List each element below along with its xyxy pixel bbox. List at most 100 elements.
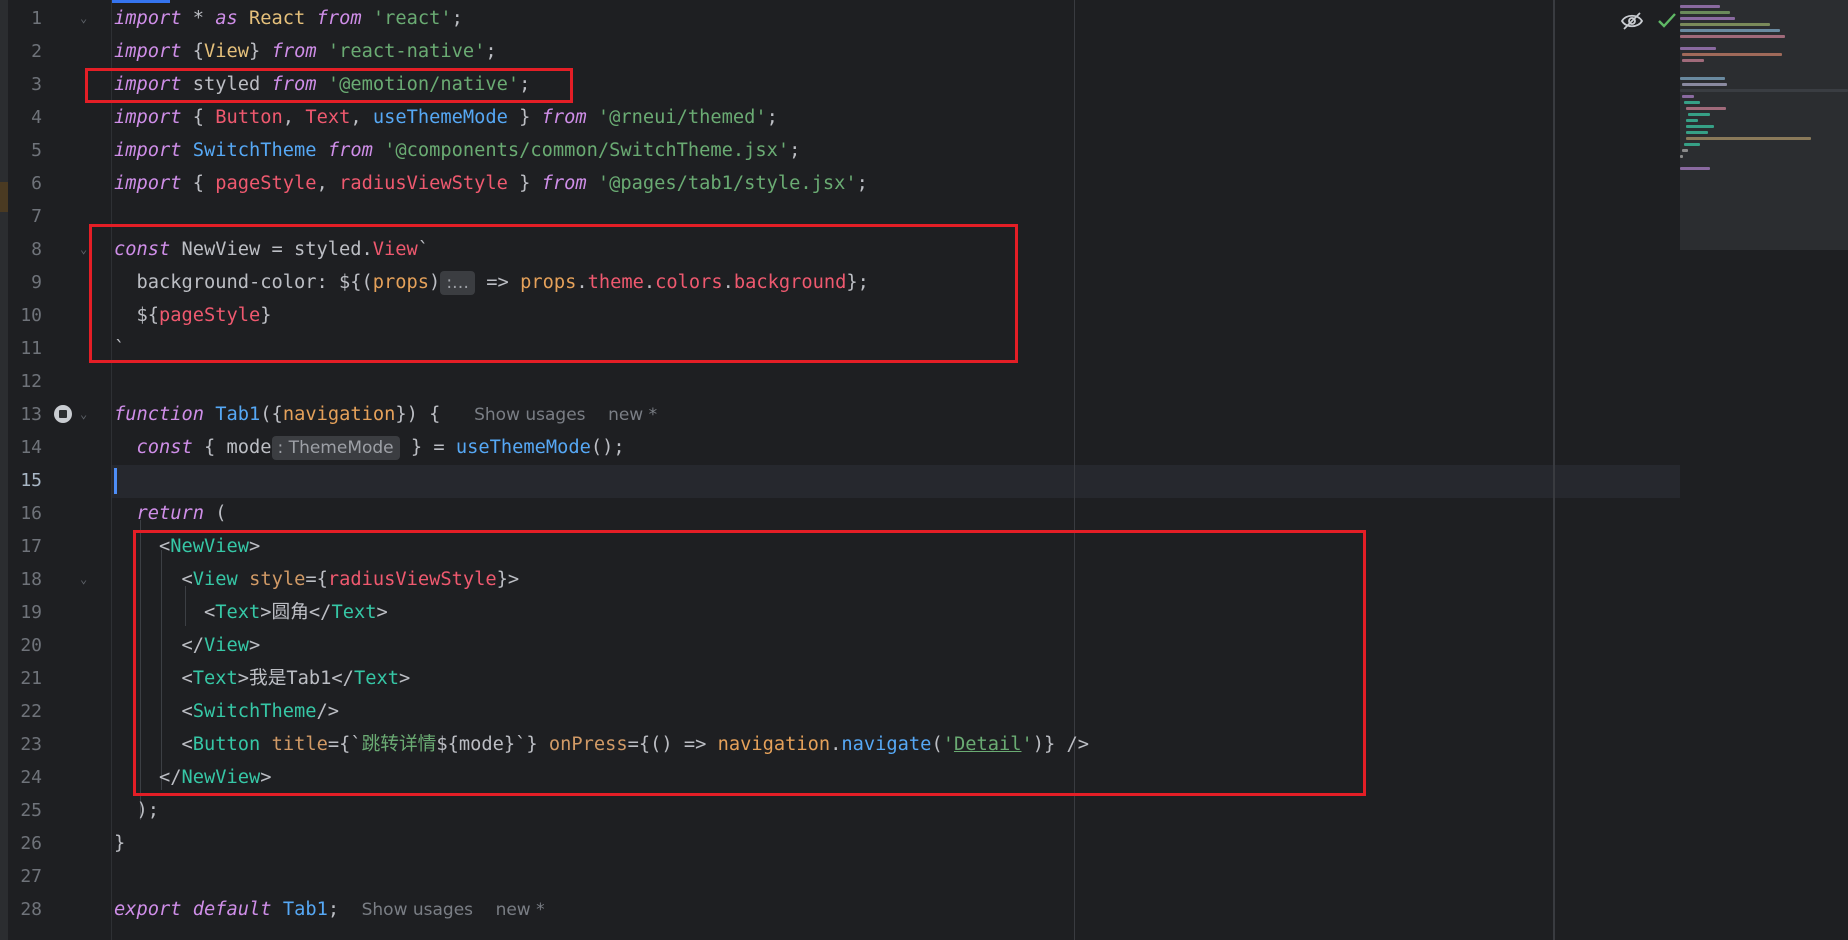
show-usages-link[interactable]: Show usages (474, 405, 585, 425)
token: ; (451, 8, 463, 29)
token: '@components/common/SwitchTheme.jsx' (384, 140, 790, 161)
minimap-line (1680, 77, 1725, 80)
minimap-line (1680, 17, 1735, 20)
checkmark-icon[interactable] (1656, 10, 1678, 30)
run-gutter-icon[interactable] (54, 405, 72, 423)
line-number: 9 (31, 272, 42, 293)
line-number: 16 (20, 503, 42, 524)
code-line-5[interactable]: import SwitchTheme from '@components/com… (114, 134, 800, 167)
minimap-line (1682, 53, 1782, 56)
token: from (316, 8, 362, 29)
right-margin-guide (1553, 0, 1555, 940)
line-number: 22 (20, 701, 42, 722)
line-number: 5 (31, 140, 42, 161)
token: Text (305, 107, 351, 128)
token: from (327, 140, 373, 161)
minimap-line (1680, 47, 1716, 50)
token: 'react-native' (327, 41, 486, 62)
token: { mode (192, 437, 272, 458)
token: ); (136, 800, 160, 821)
token: React (237, 8, 317, 29)
code-line-26[interactable]: } (114, 827, 125, 860)
code-editor[interactable]: 1 2 3 4 5 6 7 8 9 10 11 12 13 14 15 16 1… (0, 0, 1848, 940)
code-line-15[interactable] (114, 464, 117, 497)
minimap-line (1684, 143, 1700, 146)
eye-slash-icon[interactable] (1620, 11, 1644, 31)
token: '@pages/tab1/style.jsx' (597, 173, 857, 194)
code-line-25[interactable]: ); (114, 794, 160, 827)
minimap-line (1686, 131, 1708, 134)
minimap-line (1680, 5, 1720, 8)
minimap[interactable] (1680, 0, 1848, 250)
line-number: 18 (20, 569, 42, 590)
code-line-16[interactable]: return ( (114, 497, 227, 530)
token: ; (766, 107, 778, 128)
code-line-6[interactable]: import { pageStyle, radiusViewStyle } fr… (114, 167, 868, 200)
token: }) { (395, 404, 441, 425)
line-number-current: 15 (20, 470, 42, 491)
author-hint[interactable]: new * (496, 900, 545, 920)
token: from (541, 107, 587, 128)
token: function (114, 404, 205, 425)
line-number: 24 (20, 767, 42, 788)
token: from (271, 41, 317, 62)
text-caret (114, 467, 117, 494)
token: Tab1 (282, 899, 328, 920)
minimap-line (1686, 137, 1811, 140)
code-line-14[interactable]: const { mode: ThemeMode } = useThemeMode… (114, 431, 625, 464)
line-number: 4 (31, 107, 42, 128)
code-line-1[interactable]: import * as React from 'react'; (114, 2, 463, 35)
line-number: 2 (31, 41, 42, 62)
token: pageStyle (215, 173, 317, 194)
line-number: 23 (20, 734, 42, 755)
token: from (541, 173, 587, 194)
token: import (114, 173, 182, 194)
token: navigation (282, 404, 396, 425)
token: default (192, 899, 272, 920)
token: View (204, 41, 250, 62)
minimap-line (1680, 167, 1710, 170)
minimap-line (1680, 35, 1785, 38)
token: const (136, 437, 193, 458)
code-line-13[interactable]: function Tab1({navigation}) { Show usage… (114, 398, 657, 432)
scroll-marker (0, 182, 8, 212)
current-line-highlight (112, 465, 1680, 498)
code-line-4[interactable]: import { Button, Text, useThemeMode } fr… (114, 101, 778, 134)
highlight-box-jsx (133, 530, 1366, 796)
fold-chevron-icon[interactable]: ⌄ (80, 563, 87, 596)
line-number: 13 (20, 404, 42, 425)
token: ; (856, 173, 868, 194)
line-number: 20 (20, 635, 42, 656)
line-number: 3 (31, 74, 42, 95)
line-number: 26 (20, 833, 42, 854)
code-line-2[interactable]: import {View} from 'react-native'; (114, 35, 497, 68)
token: ; (789, 140, 801, 161)
token: import (114, 41, 182, 62)
token: ({ (260, 404, 283, 425)
token: (); (590, 437, 625, 458)
token: ( (204, 503, 227, 524)
token: import (114, 8, 182, 29)
code-line-28[interactable]: export default Tab1; Show usages new * (114, 893, 545, 927)
fold-chevron-icon[interactable]: ⌄ (80, 233, 87, 266)
minimap-line (1684, 101, 1700, 104)
type-inlay-hint[interactable]: : ThemeMode (271, 436, 400, 460)
token: as (215, 8, 238, 29)
show-usages-link[interactable]: Show usages (362, 900, 473, 920)
line-number: 27 (20, 866, 42, 887)
line-number: 28 (20, 899, 42, 920)
author-hint[interactable]: new * (608, 405, 657, 425)
token: } = (399, 437, 456, 458)
fold-chevron-icon[interactable]: ⌄ (80, 2, 87, 35)
minimap-line (1682, 149, 1688, 152)
fold-chevron-icon[interactable]: ⌄ (80, 398, 87, 431)
minimap-line (1682, 83, 1727, 86)
line-number: 14 (20, 437, 42, 458)
token: import (114, 140, 182, 161)
